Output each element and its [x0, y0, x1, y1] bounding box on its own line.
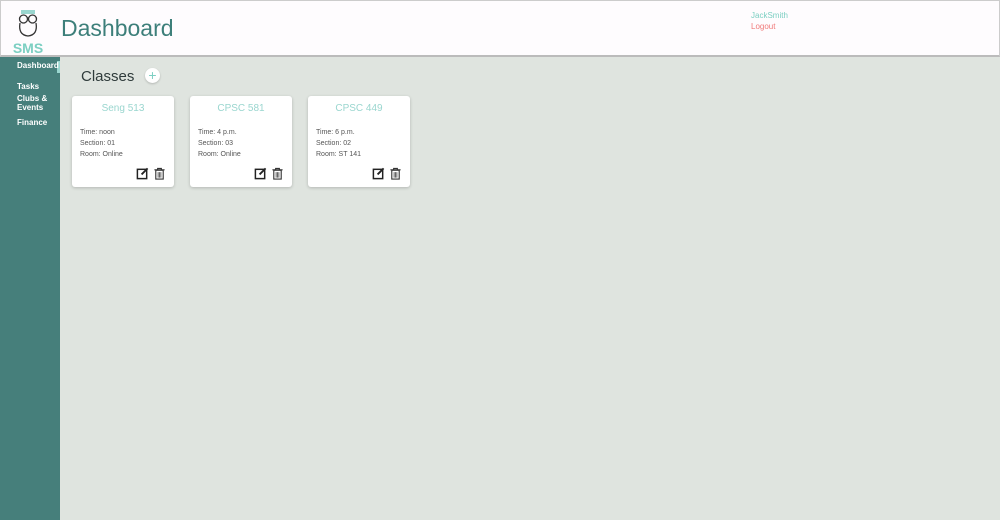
class-name[interactable]: CPSC 581 — [190, 103, 292, 114]
class-section: Section: 02 — [316, 140, 352, 147]
class-card: Seng 513 Time: noon Section: 01 Room: On… — [72, 96, 174, 187]
trash-icon[interactable] — [271, 167, 284, 180]
logo-text: SMS — [12, 40, 44, 56]
owl-icon — [18, 10, 38, 37]
classes-heading: Classes — [81, 68, 135, 85]
username-link[interactable]: JackSmith — [751, 11, 788, 20]
class-time: Time: 4 p.m. — [198, 129, 237, 136]
logout-link[interactable]: Logout — [751, 22, 775, 31]
class-room: Room: Online — [80, 151, 123, 158]
sidebar-item-tasks[interactable]: Tasks — [0, 82, 60, 91]
sidebar-item-dashboard[interactable]: Dashboard — [0, 61, 60, 73]
class-room: Room: ST 141 — [316, 151, 362, 158]
add-class-button[interactable]: + — [145, 68, 160, 83]
sidebar-item-clubs-events[interactable]: Clubs & Events — [0, 94, 50, 112]
edit-icon[interactable] — [136, 167, 149, 180]
class-time: Time: 6 p.m. — [316, 129, 355, 136]
sidebar: Dashboard Tasks Clubs & Events Finance — [0, 57, 60, 520]
class-name[interactable]: Seng 513 — [72, 103, 174, 114]
class-section: Section: 01 — [80, 140, 116, 147]
logo[interactable]: SMS — [11, 9, 45, 56]
class-card: CPSC 581 Time: 4 p.m. Section: 03 Room: … — [190, 96, 292, 187]
edit-icon[interactable] — [372, 167, 385, 180]
page-title: Dashboard — [61, 15, 174, 41]
trash-icon[interactable] — [153, 167, 166, 180]
class-time: Time: noon — [80, 129, 115, 136]
header: SMS Dashboard JackSmith Logout — [0, 0, 1000, 57]
class-name[interactable]: CPSC 449 — [308, 103, 410, 114]
class-room: Room: Online — [198, 151, 241, 158]
class-card: CPSC 449 Time: 6 p.m. Section: 02 Room: … — [308, 96, 410, 187]
edit-icon[interactable] — [254, 167, 267, 180]
class-section: Section: 03 — [198, 140, 234, 147]
sidebar-item-finance[interactable]: Finance — [0, 118, 60, 127]
trash-icon[interactable] — [389, 167, 402, 180]
